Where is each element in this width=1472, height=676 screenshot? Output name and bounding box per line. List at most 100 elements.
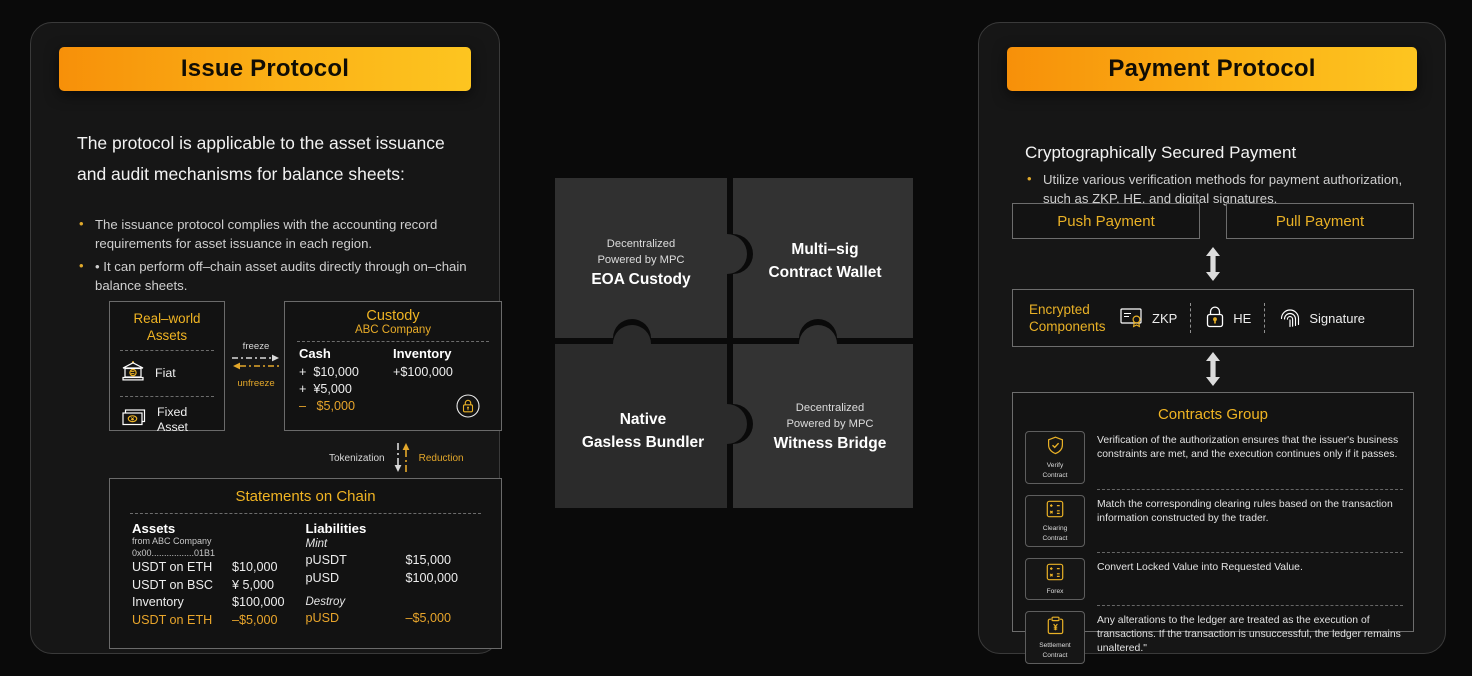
- contracts-group-rows: Verify Contract Verification of the auth…: [1025, 431, 1403, 664]
- encrypted-label-line1: Encrypted: [1029, 302, 1090, 317]
- eoa-small-2: Powered by MPC: [597, 254, 685, 266]
- rwa-item-fixed-asset: Fixed Asset: [110, 403, 224, 437]
- encrypted-item-zkp[interactable]: ZKP: [1119, 306, 1177, 331]
- contracts-divider-1: [1097, 489, 1403, 490]
- issue-protocol-header: Issue Protocol: [59, 47, 471, 91]
- liabilities-header: Liabilities: [305, 521, 367, 536]
- clearing-contract-text: Match the corresponding clearing rules b…: [1097, 499, 1393, 525]
- puzzle-svg: [555, 178, 913, 508]
- lock-circle-icon: [455, 393, 487, 424]
- clearing-contract-chip[interactable]: Clearing Contract: [1025, 495, 1085, 547]
- issue-bullet-2: • It can perform off–chain asset audits …: [77, 256, 477, 295]
- puzzle-label-witness-bridge: Decentralized Powered by MPC Witness Bri…: [751, 400, 909, 455]
- reduction-label: Reduction: [418, 452, 464, 464]
- custody-subtitle: ABC Company: [354, 324, 432, 336]
- calculator-icon: [1046, 563, 1064, 586]
- assets-row-value: $100,000: [232, 595, 285, 609]
- verify-contract-chip[interactable]: Verify Contract: [1025, 431, 1085, 484]
- rwa-divider-1: [120, 350, 214, 351]
- assets-row: USDT on ETH $10,000: [132, 559, 306, 577]
- issue-intro-text: The protocol is applicable to the asset …: [77, 133, 445, 184]
- mint-row: pUSDT $15,000: [306, 552, 480, 570]
- assets-row-value: ¥ 5,000: [232, 577, 275, 592]
- encrypted-item-he[interactable]: HE: [1204, 305, 1251, 332]
- clipboard-yen-icon: [1047, 616, 1064, 640]
- verify-chip-line2: Contract: [1042, 472, 1068, 479]
- rwa-title: Real–world Assets: [110, 302, 224, 344]
- statements-title: Statements on Chain: [235, 488, 376, 505]
- pull-payment-button[interactable]: Pull Payment: [1226, 203, 1414, 239]
- issue-protocol-title: Issue Protocol: [180, 55, 350, 82]
- fingerprint-icon: [1278, 305, 1302, 332]
- mint-row-key: pUSDT: [305, 553, 347, 567]
- settlement-contract-text: Any alterations to the ledger are treate…: [1097, 615, 1401, 655]
- custody-inventory-line-1: +$100,000: [393, 365, 453, 379]
- rwa-title-line2: Assets: [146, 328, 188, 343]
- contracts-divider-3: [1097, 605, 1403, 606]
- calculator-icon: [1046, 500, 1064, 523]
- liabilities-column: Liabilities Mint pUSDT $15,000 pUSD $100…: [306, 521, 480, 629]
- puzzle-label-contract-wallet: Multi–sig Contract Wallet: [745, 238, 905, 284]
- assets-from: from ABC Company: [132, 536, 212, 546]
- assets-row-key: USDT on BSC: [132, 577, 213, 592]
- verify-contract-text: Verification of the authorization ensure…: [1097, 435, 1399, 461]
- encrypted-item-signature-label: Signature: [1309, 310, 1366, 326]
- settlement-chip-line1: Settlement: [1039, 642, 1071, 649]
- bundler-big-1: Native: [619, 411, 667, 428]
- puzzle-diagram: Decentralized Powered by MPC EOA Custody…: [555, 178, 913, 508]
- assets-row-key: USDT on ETH: [132, 612, 213, 627]
- encrypted-components-label: Encrypted Components: [1013, 301, 1119, 335]
- witness-small-1: Decentralized: [795, 402, 865, 414]
- assets-row-value: –$5,000: [232, 612, 278, 627]
- encrypted-label-line2: Components: [1029, 319, 1106, 334]
- certificate-icon: [1119, 306, 1145, 331]
- mint-row-value: $15,000: [405, 553, 452, 567]
- mint-row: pUSD $100,000: [306, 570, 480, 588]
- settlement-chip-line2: Contract: [1042, 652, 1068, 659]
- settlement-contract-chip[interactable]: Settlement Contract: [1025, 611, 1085, 664]
- contracts-group-title: Contracts Group: [1157, 406, 1269, 423]
- real-world-assets-box: Real–world Assets Fiat Fixed Asset: [109, 301, 225, 434]
- custody-cash-line-1: + $10,000: [299, 365, 359, 379]
- payment-protocol-header: Payment Protocol: [1007, 47, 1417, 91]
- destroy-row: pUSD –$5,000: [306, 610, 480, 628]
- tokenization-arrows-icon: [394, 443, 409, 472]
- contracts-divider-2: [1097, 552, 1403, 553]
- encrypted-item-signature[interactable]: Signature: [1278, 305, 1365, 332]
- freeze-arrows-icon: [232, 354, 280, 370]
- encrypted-divider-1: [1190, 303, 1192, 333]
- custody-cash-header: Cash: [299, 346, 331, 361]
- custody-inventory-column: Inventory +$100,000: [393, 346, 487, 424]
- double-arrow-icon-bottom: [1204, 352, 1222, 391]
- contracts-group-box: Contracts Group Verify Contract Verifica…: [1012, 392, 1414, 664]
- statements-divider: [130, 513, 481, 514]
- rwa-item-fiat: Fiat: [110, 357, 224, 390]
- custody-cash-column: Cash + $10,000 + ¥5,000 – $5,000: [299, 346, 393, 424]
- double-arrow-icon-top: [1204, 247, 1222, 286]
- contract-row: Settlement Contract Any alterations to t…: [1025, 611, 1403, 664]
- forex-chip-line1: Forex: [1046, 588, 1064, 595]
- custody-cash-line-3: – $5,000: [299, 399, 356, 413]
- payment-section-title: Cryptographically Secured Payment: [1025, 143, 1297, 162]
- mint-row-key: pUSD: [305, 570, 340, 585]
- clearing-chip-line2: Contract: [1042, 535, 1068, 542]
- assets-row: USDT on BSC ¥ 5,000: [132, 577, 306, 595]
- padlock-icon: [1204, 305, 1226, 332]
- assets-row-key: Inventory: [132, 595, 184, 609]
- bank-euro-icon: [120, 359, 146, 388]
- tokenization-reduction-flow: Tokenization Reduction: [329, 441, 464, 475]
- rwa-divider-2: [120, 396, 214, 397]
- mint-label: Mint: [305, 538, 328, 550]
- assets-header: Assets: [132, 521, 176, 536]
- fixed-asset-line2: Asset: [157, 420, 188, 434]
- rwa-item-fiat-label: Fiat: [155, 366, 176, 380]
- fixed-asset-line1: Fixed: [157, 405, 188, 419]
- eoa-big-1: EOA Custody: [591, 271, 691, 288]
- contract-row: Forex Convert Locked Value into Requeste…: [1025, 558, 1403, 600]
- forex-chip[interactable]: Forex: [1025, 558, 1085, 600]
- assets-row: USDT on ETH –$5,000: [132, 612, 306, 630]
- mint-row-value: $100,000: [405, 570, 459, 585]
- push-payment-button[interactable]: Push Payment: [1012, 203, 1200, 239]
- tokenization-label: Tokenization: [329, 452, 385, 464]
- destroy-label: Destroy: [305, 596, 346, 608]
